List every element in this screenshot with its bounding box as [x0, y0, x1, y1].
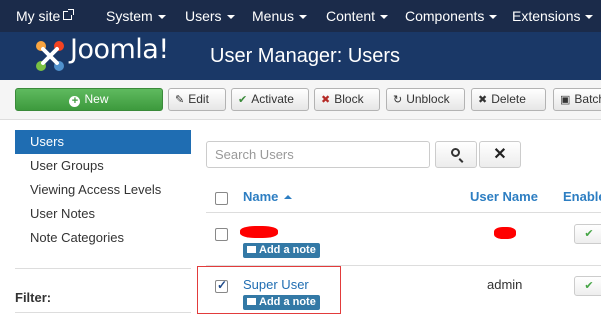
batch-button-label: Batch — [574, 92, 601, 106]
header-bar: Joomla! User Manager: Users — [0, 32, 601, 80]
table-divider — [206, 212, 601, 213]
select-all-checkbox[interactable] — [215, 192, 228, 205]
sidebar-item-user-notes[interactable]: User Notes — [15, 202, 191, 226]
block-button-label: Block — [334, 92, 364, 106]
clear-x-icon: ✕ — [493, 146, 507, 163]
delete-button-label: Delete — [491, 92, 526, 106]
unblock-button[interactable]: ↻ Unblock — [386, 88, 465, 111]
clear-search-button[interactable]: ✕ — [479, 141, 521, 168]
plus-circle-icon: + — [69, 96, 81, 107]
menu-extensions[interactable]: Extensions — [512, 0, 594, 32]
new-button[interactable]: + New — [15, 88, 163, 111]
enabled-toggle[interactable]: ✔ — [574, 276, 601, 296]
caret-down-icon — [299, 15, 308, 20]
menu-menus[interactable]: Menus — [252, 0, 308, 32]
menu-system[interactable]: System — [106, 0, 166, 32]
menu-users-label: Users — [185, 8, 222, 24]
delete-x-icon: ✖ — [478, 94, 488, 106]
redacted-name — [240, 226, 278, 238]
column-header-enabled[interactable]: Enabled — [563, 189, 601, 204]
toolbar: + New ✎ Edit ✔ Activate ✖ Block ↻ Unblock ✖ De… — [0, 80, 601, 120]
my-site-link[interactable]: My site — [16, 0, 75, 32]
joomla-logo-text: Joomla! — [70, 34, 169, 65]
column-header-name[interactable]: Name — [243, 189, 293, 204]
caret-down-icon — [157, 15, 166, 20]
add-note-button[interactable]: Add a note — [243, 243, 320, 258]
block-button[interactable]: ✖ Block — [314, 88, 380, 111]
selection-highlight-box — [197, 266, 341, 314]
batch-icon: ▣ — [560, 94, 571, 106]
column-header-username[interactable]: User Name — [470, 189, 538, 204]
edit-icon: ✎ — [175, 94, 185, 106]
menu-system-label: System — [106, 8, 153, 24]
top-navbar: My site System Users Menus Content Compo… — [0, 0, 601, 32]
my-site-label: My site — [16, 8, 61, 24]
filter-divider — [15, 312, 191, 313]
menu-content[interactable]: Content — [326, 0, 389, 32]
search-icon — [451, 148, 460, 157]
redacted-username — [494, 227, 516, 239]
username-cell: admin — [487, 277, 523, 292]
menu-menus-label: Menus — [252, 8, 295, 24]
column-header-name-label: Name — [243, 189, 279, 204]
page-title: User Manager: Users — [210, 45, 401, 67]
menu-extensions-label: Extensions — [512, 8, 581, 24]
caret-down-icon — [489, 15, 498, 20]
sidebar-item-users[interactable]: Users — [15, 130, 191, 154]
filter-label: Filter: — [15, 290, 52, 305]
sidebar-item-note-categories[interactable]: Note Categories — [15, 226, 191, 250]
external-link-icon — [63, 9, 75, 20]
unblock-icon: ↻ — [393, 94, 403, 106]
activate-button[interactable]: ✔ Activate — [231, 88, 309, 111]
unblock-button-label: Unblock — [406, 92, 450, 106]
sidebar-item-user-groups[interactable]: User Groups — [15, 154, 191, 178]
batch-button[interactable]: ▣Batch — [553, 88, 601, 111]
menu-components[interactable]: Components — [405, 0, 498, 32]
edit-button-label: Edit — [188, 92, 209, 106]
search-button[interactable] — [435, 141, 477, 168]
menu-users[interactable]: Users — [185, 0, 235, 32]
caret-down-icon — [380, 15, 389, 20]
caret-down-icon — [226, 15, 235, 20]
row-checkbox[interactable] — [215, 228, 228, 241]
note-icon — [247, 246, 256, 253]
sidebar-item-viewing-access-levels[interactable]: Viewing Access Levels — [15, 178, 191, 202]
caret-down-icon — [585, 15, 594, 20]
delete-button[interactable]: ✖ Delete — [471, 88, 546, 111]
add-note-label: Add a note — [259, 244, 316, 256]
activate-button-label: Activate — [251, 92, 294, 106]
search-input[interactable] — [206, 141, 430, 168]
block-icon: ✖ — [321, 94, 331, 106]
new-button-label: New — [84, 92, 109, 106]
sort-ascending-icon — [284, 195, 293, 199]
menu-content-label: Content — [326, 8, 376, 24]
check-icon: ✔ — [238, 94, 248, 106]
sidebar-nav: Users User Groups Viewing Access Levels … — [15, 130, 191, 250]
sidebar-divider — [15, 268, 191, 269]
joomla-logo-icon — [36, 41, 64, 71]
menu-components-label: Components — [405, 8, 485, 24]
edit-button[interactable]: ✎ Edit — [168, 88, 226, 111]
enabled-toggle[interactable]: ✔ — [574, 224, 601, 244]
